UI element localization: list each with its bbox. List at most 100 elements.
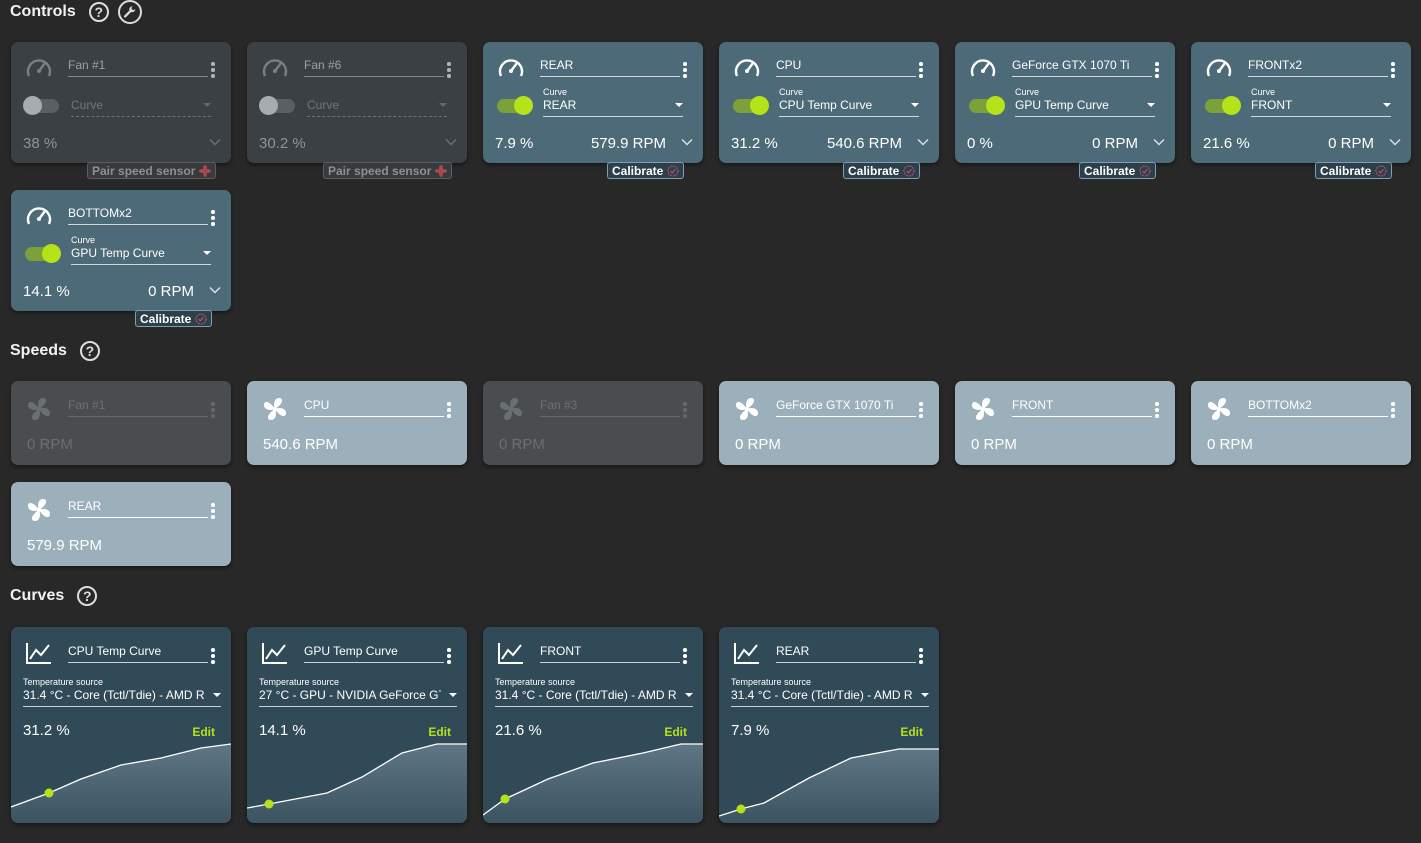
- speed-name-field[interactable]: REAR: [68, 499, 208, 518]
- more-menu-icon[interactable]: [683, 402, 687, 420]
- edit-curve-button[interactable]: Edit: [664, 725, 687, 739]
- speed-rpm: 579.9 RPM: [27, 537, 103, 554]
- speed-name-field[interactable]: Fan #3: [540, 398, 680, 417]
- temperature-source-select[interactable]: 31.4 °C - Core (Tctl/Tdie) - AMD R: [731, 688, 929, 707]
- calibrate-button[interactable]: Calibrate: [607, 162, 685, 179]
- control-toggle[interactable]: [497, 96, 533, 115]
- control-toggle[interactable]: [23, 96, 59, 115]
- curve-select[interactable]: FRONT: [1251, 98, 1391, 117]
- speed-name-field[interactable]: Fan #1: [68, 398, 208, 417]
- more-menu-icon[interactable]: [1155, 402, 1159, 420]
- more-menu-icon[interactable]: [211, 210, 215, 228]
- more-menu-icon[interactable]: [447, 402, 451, 420]
- speed-name-field[interactable]: BOTTOMx2: [1248, 398, 1388, 417]
- curve-select[interactable]: GPU Temp Curve: [71, 246, 211, 265]
- more-menu-icon[interactable]: [447, 62, 451, 80]
- curve-name-field[interactable]: FRONT: [540, 644, 680, 663]
- current-point-marker: [736, 804, 746, 814]
- curve-select[interactable]: GPU Temp Curve: [1015, 98, 1155, 117]
- calibrate-button[interactable]: Calibrate: [1315, 162, 1393, 179]
- control-card-cpu: CPU Curve CPU Temp Curve 31.2 % 540.6 RP…: [719, 42, 939, 163]
- speeds-help-icon[interactable]: ?: [79, 341, 100, 361]
- edit-curve-button[interactable]: Edit: [428, 725, 451, 739]
- control-name-field[interactable]: REAR: [540, 58, 680, 77]
- speed-name-field[interactable]: GeForce GTX 1070 Ti: [776, 398, 916, 417]
- control-name-field[interactable]: Fan #6: [304, 58, 444, 77]
- pair-speed-sensor-button[interactable]: Pair speed sensor: [87, 162, 217, 179]
- curves-title: Curves: [10, 587, 65, 604]
- more-menu-icon[interactable]: [919, 648, 923, 666]
- control-name-field[interactable]: CPU: [776, 58, 916, 77]
- control-toggle[interactable]: [1205, 96, 1241, 115]
- more-menu-icon[interactable]: [447, 648, 451, 666]
- control-name-field[interactable]: BOTTOMx2: [68, 206, 208, 225]
- temperature-source-select[interactable]: 31.4 °C - Core (Tctl/Tdie) - AMD R: [23, 688, 221, 707]
- curves-help-icon[interactable]: ?: [77, 586, 98, 606]
- control-toggle[interactable]: [259, 96, 295, 115]
- control-toggle[interactable]: [733, 96, 769, 115]
- calibrate-icon: [667, 164, 679, 177]
- controls-title: Controls: [10, 3, 76, 20]
- edit-curve-button[interactable]: Edit: [192, 725, 215, 739]
- more-menu-icon[interactable]: [1155, 62, 1159, 80]
- chevron-down-icon[interactable]: [445, 138, 457, 146]
- curve-name-field[interactable]: REAR: [776, 644, 916, 663]
- speed-rpm: 0 RPM: [971, 436, 1017, 453]
- more-menu-icon[interactable]: [1391, 402, 1395, 420]
- more-menu-icon[interactable]: [683, 648, 687, 666]
- chevron-down-icon[interactable]: [917, 138, 929, 146]
- more-menu-icon[interactable]: [211, 503, 215, 521]
- temperature-source-label: Temperature source: [23, 677, 104, 687]
- control-rpm: 540.6 RPM: [826, 135, 902, 152]
- control-name-field[interactable]: FRONTx2: [1248, 58, 1388, 77]
- control-card-fan6: Fan #6 Curve 30.2 %: [247, 42, 467, 163]
- pair-speed-sensor-button[interactable]: Pair speed sensor: [323, 162, 453, 179]
- curve-select[interactable]: CPU Temp Curve: [779, 98, 919, 117]
- more-menu-icon[interactable]: [683, 62, 687, 80]
- curve-select[interactable]: Curve: [71, 98, 211, 117]
- chevron-down-icon[interactable]: [1389, 138, 1401, 146]
- curve-select[interactable]: REAR: [543, 98, 683, 117]
- control-toggle[interactable]: [969, 96, 1005, 115]
- edit-curve-button[interactable]: Edit: [900, 725, 923, 739]
- more-menu-icon[interactable]: [919, 402, 923, 420]
- gauge-icon: [498, 59, 524, 77]
- speed-name-field[interactable]: CPU: [304, 398, 444, 417]
- curve-card-rear: REAR Temperature source 31.4 °C - Core (…: [719, 627, 939, 823]
- curve-label: Curve: [543, 87, 568, 97]
- fan-icon: [736, 398, 758, 420]
- more-menu-icon[interactable]: [211, 402, 215, 420]
- gauge-icon: [26, 59, 52, 77]
- control-toggle[interactable]: [25, 244, 61, 263]
- calibrate-button[interactable]: Calibrate: [1079, 162, 1157, 179]
- chevron-down-icon[interactable]: [1153, 138, 1165, 146]
- more-menu-icon[interactable]: [1391, 62, 1395, 80]
- more-menu-icon[interactable]: [211, 648, 215, 666]
- speed-card-front: FRONT 0 RPM: [955, 381, 1175, 465]
- calibrate-button[interactable]: Calibrate: [843, 162, 921, 179]
- fan-icon: [199, 164, 212, 177]
- temperature-source-label: Temperature source: [495, 677, 576, 687]
- curve-name-field[interactable]: GPU Temp Curve: [304, 644, 444, 663]
- more-menu-icon[interactable]: [211, 62, 215, 80]
- chevron-down-icon[interactable]: [209, 286, 221, 294]
- temperature-source-select[interactable]: 27 °C - GPU - NVIDIA GeForce GTX: [259, 688, 457, 707]
- calibrate-icon: [1139, 164, 1151, 177]
- temperature-source-select[interactable]: 31.4 °C - Core (Tctl/Tdie) - AMD R: [495, 688, 693, 707]
- control-name-field[interactable]: Fan #1: [68, 58, 208, 77]
- chevron-down-icon[interactable]: [681, 138, 693, 146]
- control-rpm: 579.9 RPM: [590, 135, 666, 152]
- calibrate-icon: [195, 312, 207, 325]
- wrench-icon[interactable]: [117, 0, 142, 24]
- control-percent: 38 %: [23, 135, 58, 152]
- chevron-down-icon[interactable]: [209, 138, 221, 146]
- curve-select[interactable]: Curve: [307, 98, 447, 117]
- more-menu-icon[interactable]: [919, 62, 923, 80]
- controls-help-icon[interactable]: ?: [88, 2, 109, 22]
- control-percent: 31.2 %: [731, 135, 778, 152]
- speed-name-field[interactable]: FRONT: [1012, 398, 1152, 417]
- calibrate-button[interactable]: Calibrate: [135, 310, 213, 327]
- control-rpm: 0 RPM: [1328, 135, 1374, 152]
- curve-name-field[interactable]: CPU Temp Curve: [68, 644, 208, 663]
- control-name-field[interactable]: GeForce GTX 1070 Ti: [1012, 58, 1152, 77]
